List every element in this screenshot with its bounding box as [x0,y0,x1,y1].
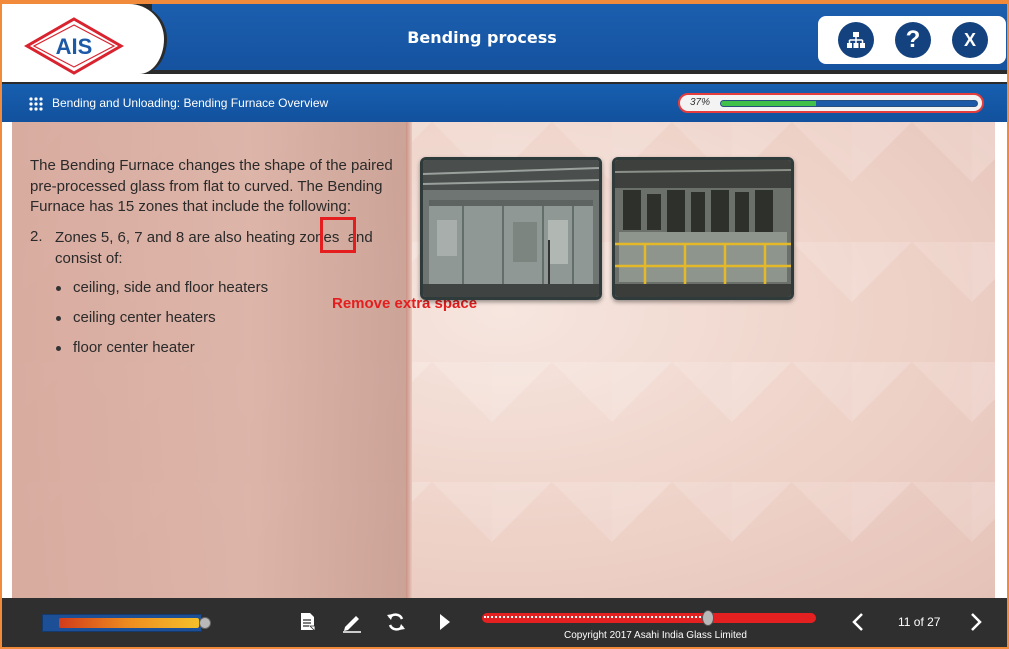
menu-grid-icon[interactable] [28,96,44,112]
previous-button[interactable] [846,610,870,634]
seek-knob[interactable] [702,610,715,626]
progress-track [720,100,978,107]
annotation-highlight-box [320,217,356,253]
furnace-image-1 [423,160,599,297]
notes-button[interactable] [340,610,364,634]
page-title: Bending process [407,28,557,47]
play-button[interactable] [432,610,456,634]
logo-text: AIS [56,34,93,59]
furnace-photo-2 [612,157,794,300]
volume-level [59,617,211,629]
sitemap-icon [847,32,865,48]
subheader: Bending and Unloading: Bending Furnace O… [2,82,1007,122]
bullet-dot [56,285,61,291]
help-button[interactable]: ? [895,22,931,58]
furnace-image-2 [615,160,791,297]
bullet-item: ceiling, side and floor heaters [56,279,268,296]
page-indicator: 11 of 27 [898,615,941,629]
transcript-button[interactable] [296,610,320,634]
volume-knob[interactable] [199,617,211,629]
replay-button[interactable] [384,610,408,634]
playback-seek-bar[interactable] [482,610,816,626]
play-icon [440,614,450,630]
pencil-icon [343,616,361,633]
progress-percent: 37% [690,97,711,108]
copyright-text: Copyright 2017 Asahi India Glass Limited [564,630,747,641]
progress-fill [721,101,816,106]
intro-paragraph: The Bending Furnace changes the shape of… [30,157,393,215]
header-button-group: ? X [818,16,1006,64]
breadcrumb: Bending and Unloading: Bending Furnace O… [52,96,329,110]
close-button[interactable]: X [952,22,988,58]
list-number: 2. [30,228,43,245]
sitemap-button[interactable] [838,22,874,58]
bullet-item: ceiling center heaters [56,309,216,326]
seek-progress [484,616,709,619]
refresh-icon [387,613,405,631]
course-progress: 37% [678,93,984,113]
footer-bar: Copyright 2017 Asahi India Glass Limited… [2,598,1007,647]
volume-slider[interactable] [42,614,211,632]
bullet-item: floor center heater [56,339,195,356]
header: AIS Bending process ? X [2,4,1007,75]
furnace-photo-1 [420,157,602,300]
logo: AIS [24,17,124,75]
logo-tab: AIS [2,4,164,75]
chevron-right-icon [971,613,982,631]
bullet-dot [56,315,61,321]
chevron-left-icon [852,613,863,631]
document-icon [301,613,316,632]
next-button[interactable] [964,610,988,634]
bullet-dot [56,345,61,351]
content-left-margin [2,122,12,598]
content-right-margin [995,122,1007,598]
